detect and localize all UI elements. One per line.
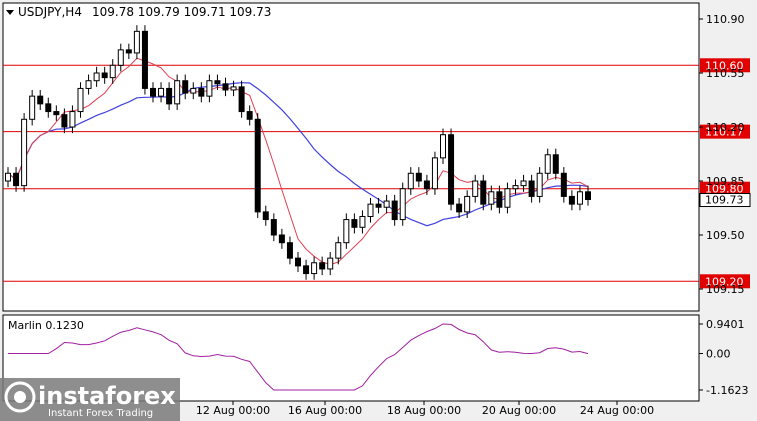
- candle-bear: [45, 103, 52, 113]
- candle-bear: [415, 172, 422, 182]
- candle-bear: [182, 80, 189, 94]
- price-panel: [2, 2, 700, 312]
- candle-bull: [109, 64, 116, 79]
- candle-bear: [37, 95, 44, 105]
- time-tick-label: 16 Aug 00:00: [288, 404, 362, 417]
- candle-bull: [431, 157, 438, 190]
- time-tick-label: 12 Aug 00:00: [196, 404, 270, 417]
- candle-bear: [214, 80, 221, 85]
- candle-bear: [319, 262, 326, 270]
- candle-bull: [544, 154, 551, 174]
- osc-tick-label: -1.1623: [706, 384, 748, 397]
- brand-name: instaforex: [38, 382, 176, 410]
- candle-bear: [480, 180, 487, 205]
- time-tick-label: 18 Aug 00:00: [387, 404, 461, 417]
- current-price-label: 109.73: [705, 194, 744, 207]
- candle-bear: [278, 234, 285, 244]
- candle-bear: [53, 111, 60, 116]
- price-tick-label: 109.50: [706, 229, 745, 242]
- price-axis: 110.90 110.55 110.20 109.85 109.50 109.15: [699, 13, 745, 296]
- price-tick-label: 110.55: [706, 67, 745, 80]
- candle-bull: [367, 203, 374, 217]
- candle-bear: [198, 87, 205, 97]
- candle-bear: [286, 242, 293, 259]
- candle-bull: [158, 87, 165, 97]
- candle-bull: [464, 195, 471, 213]
- candle-bear: [166, 87, 173, 105]
- candle-bear: [585, 191, 591, 201]
- time-axis: 12 Aug 00:00 16 Aug 00:00 18 Aug 00:00 20 A…: [196, 401, 654, 417]
- candle-bull: [117, 49, 124, 66]
- candle-bear: [238, 86, 245, 113]
- candle-bull: [69, 111, 76, 128]
- price-tick-label: 109.15: [706, 283, 745, 296]
- candle-bull: [190, 87, 197, 94]
- brand-tagline: Instant Forex Trading: [48, 408, 153, 419]
- candle-bull: [21, 118, 28, 187]
- candle-bull: [512, 185, 519, 190]
- candle-bull: [399, 188, 406, 221]
- candle-bull: [311, 262, 318, 275]
- osc-tick-label: 0.9401: [706, 318, 745, 331]
- price-tick-label: 110.20: [706, 121, 745, 134]
- candle-bear: [528, 180, 535, 197]
- candle-bear: [375, 203, 382, 208]
- candle-bear: [270, 219, 277, 236]
- candle-bull: [335, 242, 342, 259]
- candle-bear: [552, 154, 559, 174]
- price-tick-label: 110.90: [706, 13, 745, 26]
- candle-bull: [174, 80, 181, 105]
- candle-bear: [61, 114, 68, 128]
- candle-bear: [295, 257, 301, 267]
- candle-bull: [327, 257, 334, 270]
- candle-bull: [407, 172, 414, 190]
- candle-bear: [568, 195, 575, 205]
- time-tick-label: 20 Aug 00:00: [482, 404, 556, 417]
- osc-tick-label: 0.00: [706, 348, 731, 361]
- candle-bull: [488, 191, 495, 205]
- candle-bull: [93, 72, 100, 82]
- candle-bear: [150, 87, 156, 97]
- candle-bear: [101, 72, 108, 79]
- candle-bull: [85, 80, 92, 89]
- candle-bull: [133, 30, 140, 54]
- candle-bull: [440, 134, 446, 159]
- candle-bull: [472, 180, 479, 197]
- candle-bull: [5, 172, 11, 182]
- candle-bear: [496, 191, 503, 208]
- indicator-name: Marlin 0.1230: [8, 319, 84, 332]
- instaforex-logo: instaforex Instant Forex Trading: [0, 378, 180, 421]
- candle-bull: [343, 219, 350, 244]
- candle-bear: [560, 172, 567, 197]
- candle-bull: [504, 188, 511, 208]
- candle-bull: [29, 95, 36, 120]
- candle-bear: [391, 200, 398, 221]
- candle-bull: [206, 80, 213, 97]
- candle-bull: [520, 180, 527, 187]
- candle-bear: [423, 180, 430, 190]
- ohlc-readout: 109.78 109.79 109.71 109.73: [92, 5, 271, 19]
- chart-svg: 110.60110.17109.80109.20109.73 0.94010.0…: [0, 2, 751, 421]
- candle-bear: [141, 30, 148, 89]
- candle-bear: [246, 111, 253, 120]
- price-tick-label: 109.85: [706, 175, 745, 188]
- symbol-title: USDJPY,H4: [18, 5, 82, 19]
- candle-bull: [359, 215, 366, 228]
- candle-bull: [77, 87, 84, 113]
- candle-bear: [456, 203, 463, 213]
- candle-bear: [262, 211, 269, 221]
- candle-bear: [13, 172, 20, 187]
- time-tick-label: 24 Aug 00:00: [580, 404, 654, 417]
- candle-bear: [125, 49, 132, 54]
- candle-bear: [303, 265, 310, 275]
- candle-bull: [383, 200, 390, 208]
- candle-bull: [536, 172, 543, 197]
- candle-bear: [254, 118, 261, 213]
- candle-bull: [230, 86, 237, 91]
- candle-bear: [222, 83, 229, 91]
- candle-bull: [576, 191, 583, 205]
- candle-bear: [448, 134, 455, 205]
- candle-bear: [351, 219, 358, 228]
